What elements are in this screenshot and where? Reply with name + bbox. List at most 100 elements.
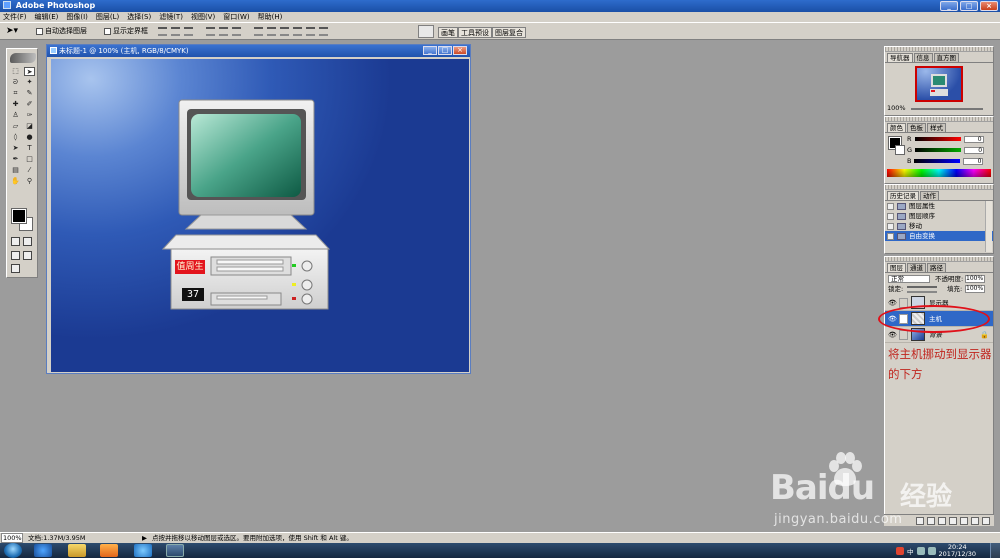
tab-info[interactable]: 信息 [913,53,933,62]
navigator-thumbnail[interactable] [915,66,963,102]
tab-layer-comps[interactable]: 图层复合 [492,27,526,38]
menu-image[interactable]: 图像(I) [66,12,88,22]
align-bottom-icon[interactable] [184,27,193,36]
status-menu-arrow-icon[interactable]: ▶ [142,533,147,543]
history-checkbox[interactable] [887,202,894,210]
blue-slider[interactable] [914,159,961,163]
screen-mode-icon[interactable] [11,251,20,260]
history-item[interactable]: 图层顺序 [885,211,993,221]
red-value-field[interactable]: 0 [963,135,984,143]
path-select-icon[interactable]: ➤ [10,144,21,153]
color-bg-swatch[interactable] [895,145,905,155]
doc-maximize-button[interactable]: □ [438,46,452,55]
show-desktop-button[interactable] [990,543,1000,558]
start-button[interactable] [4,543,22,558]
media-player-icon[interactable] [100,544,118,557]
slice-tool-icon[interactable]: ✎ [24,89,35,98]
imageready-icon[interactable] [11,264,20,273]
lock-icons[interactable] [907,286,937,293]
history-checkbox[interactable] [887,212,894,220]
file-browser-icon[interactable] [418,25,434,38]
distribute-bottom-icon[interactable] [280,27,289,36]
shape-tool-icon[interactable]: □ [24,155,35,164]
fill-field[interactable]: 100% [965,285,985,293]
lasso-tool-icon[interactable]: ᘐ [10,78,21,87]
photoshop-taskbar-icon[interactable] [166,544,184,557]
move-tool-icon[interactable]: ➤ [24,67,35,76]
tab-swatches[interactable]: 色板 [907,123,926,132]
navigator-zoom-slider[interactable] [911,108,983,110]
eyedropper-icon[interactable]: ⁄ [24,166,35,175]
tab-brushes[interactable]: 画笔 [438,27,458,38]
type-tool-icon[interactable]: T [24,144,35,153]
magic-wand-icon[interactable]: ✦ [24,78,35,87]
tab-channels[interactable]: 通道 [907,263,926,272]
align-top-icon[interactable] [158,27,167,36]
history-checkbox[interactable] [887,232,894,240]
menu-select[interactable]: 选择(S) [127,12,151,22]
tab-layers[interactable]: 图层 [887,263,906,272]
blend-mode-select[interactable]: 正常 [888,275,930,283]
quick-mask-icon[interactable] [23,237,32,246]
dodge-tool-icon[interactable]: ● [24,133,35,142]
close-button[interactable]: × [980,1,998,11]
tab-history[interactable]: 历史记录 [887,191,919,200]
notes-tool-icon[interactable]: ▤ [10,166,21,175]
doc-size[interactable]: 文档:1.37M/3.95M [28,533,86,543]
show-bounds-checkbox[interactable] [104,28,111,35]
zoom-tool-icon[interactable]: ⚲ [24,177,35,186]
tab-color[interactable]: 颜色 [887,123,906,132]
menu-window[interactable]: 窗口(W) [223,12,249,22]
network-icon[interactable] [916,546,925,555]
minimize-button[interactable]: _ [940,1,958,11]
clock[interactable]: 20:24 2017/12/30 [939,543,976,558]
gradient-tool-icon[interactable]: ◪ [24,122,35,131]
volume-icon[interactable] [927,546,936,555]
navigator-zoom[interactable]: 100% [887,105,906,112]
tab-navigator[interactable]: 导航器 [887,53,913,62]
healing-brush-icon[interactable]: ✚ [10,100,21,109]
history-brush-icon[interactable]: ✑ [24,111,35,120]
align-left-icon[interactable] [206,27,215,36]
blue-value-field[interactable]: 0 [963,157,984,165]
green-value-field[interactable]: 0 [964,146,985,154]
distribute-left-icon[interactable] [293,27,302,36]
eraser-tool-icon[interactable]: ▱ [10,122,21,131]
align-middle-icon[interactable] [171,27,180,36]
eye-icon[interactable]: 👁 [888,331,897,339]
distribute-center-icon[interactable] [306,27,315,36]
menu-layer[interactable]: 图层(L) [96,12,119,22]
foreground-color-swatch[interactable] [11,208,27,224]
menu-view[interactable]: 视图(V) [191,12,215,22]
tab-tool-presets[interactable]: 工具预设 [458,27,492,38]
history-item[interactable]: 移动 [885,221,993,231]
menu-edit[interactable]: 编辑(E) [35,12,59,22]
color-spectrum[interactable] [887,169,991,177]
menu-help[interactable]: 帮助(H) [258,12,283,22]
standard-mode-icon[interactable] [11,237,20,246]
hand-tool-icon[interactable]: ✋ [10,177,21,186]
ime-indicator[interactable]: 中 [907,546,914,556]
history-checkbox[interactable] [887,222,894,230]
menu-file[interactable]: 文件(F) [3,12,27,22]
full-screen-icon[interactable] [23,251,32,260]
doc-close-button[interactable]: × [453,46,467,55]
ie-icon[interactable] [34,544,52,557]
trash-icon[interactable] [982,517,990,525]
sogou-tray-icon[interactable] [896,546,905,555]
menu-filter[interactable]: 滤镜(T) [159,12,183,22]
canvas[interactable]: 值周生 37 [51,59,469,372]
align-right-icon[interactable] [232,27,241,36]
red-slider[interactable] [914,137,961,141]
maximize-button[interactable]: □ [960,1,978,11]
history-item[interactable]: 图层属性 [885,201,993,211]
eye-icon[interactable]: 👁 [888,299,897,307]
green-slider[interactable] [915,148,962,152]
tab-histogram[interactable]: 直方图 [933,53,959,62]
move-tool-icon[interactable]: ➤▾ [6,26,26,37]
align-center-icon[interactable] [219,27,228,36]
pen-tool-icon[interactable]: ✒ [10,155,21,164]
doc-minimize-button[interactable]: _ [423,46,437,55]
sogou-icon[interactable] [134,544,152,557]
tab-actions[interactable]: 动作 [920,191,939,200]
